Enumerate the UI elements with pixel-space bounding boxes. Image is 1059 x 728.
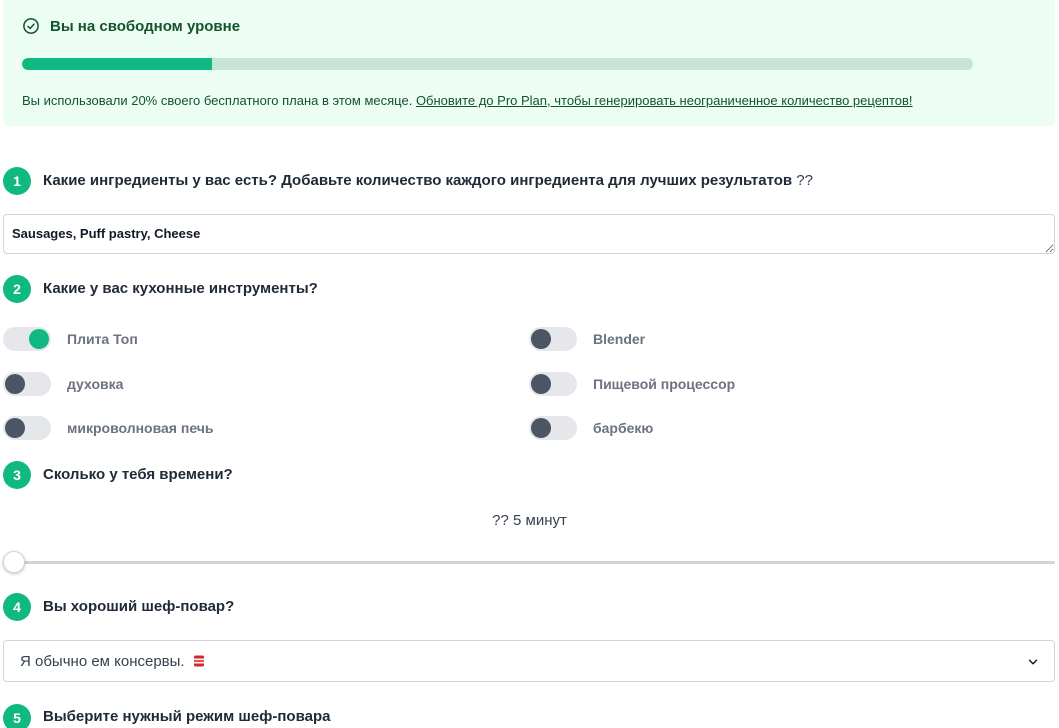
toggle-knob — [29, 329, 49, 349]
question-ingredients-text: Какие ингредиенты у вас есть? Добавьте к… — [43, 172, 793, 189]
chevron-down-icon — [1028, 659, 1038, 665]
step-number-4: 4 — [3, 593, 31, 621]
question-skill: Вы хороший шеф-повар? — [43, 598, 235, 615]
time-slider-track[interactable] — [3, 561, 1055, 564]
question-ingredients-hint: ?? — [792, 172, 813, 189]
toggle-knob — [5, 418, 25, 438]
step-number-5: 5 — [3, 704, 31, 728]
food-processor-label: Пищевой процессор — [593, 376, 736, 392]
toggle-knob — [531, 374, 551, 394]
usage-text: Вы использовали 20% своего бесплатного п… — [22, 92, 913, 110]
free-tier-banner: Вы на свободном уровне Вы использовали 2… — [3, 0, 1055, 126]
toggle-knob — [531, 418, 551, 438]
step-number-2: 2 — [3, 275, 31, 303]
upgrade-link[interactable]: Обновите до Pro Plan, чтобы генерировать… — [416, 93, 913, 108]
toggle-knob — [5, 374, 25, 394]
food-processor-toggle[interactable] — [529, 372, 577, 396]
tool-toggle-row-blender: Blender — [529, 327, 645, 351]
time-slider-thumb[interactable] — [3, 551, 25, 573]
time-value: ?? 5 минут — [492, 512, 567, 529]
blender-label: Blender — [593, 331, 646, 347]
blender-toggle[interactable] — [529, 327, 577, 351]
stovetop-label: Плита Топ — [67, 331, 138, 347]
banner-title: Вы на свободном уровне — [50, 18, 241, 35]
toggle-knob — [531, 329, 551, 349]
question-tools: Какие у вас кухонные инструменты? — [43, 280, 318, 297]
tool-toggle-row-food-processor: Пищевой процессор — [529, 372, 735, 396]
oven-toggle[interactable] — [3, 372, 51, 396]
question-chef-mode: Выберите нужный режим шеф-повара — [43, 708, 331, 725]
skill-level-select[interactable]: Я обычно ем консервы. — [3, 640, 1055, 682]
check-circle-icon — [23, 18, 39, 34]
question-time: Сколько у тебя времени? — [43, 466, 233, 483]
microwave-label: микроволновая печь — [67, 420, 214, 436]
ingredients-input[interactable]: Sausages, Puff pastry, Cheese — [3, 214, 1055, 254]
tool-toggle-row-stovetop: Плита Топ — [3, 327, 138, 351]
step-number-1: 1 — [3, 167, 31, 195]
skill-level-value: Я обычно ем консервы. — [20, 652, 185, 670]
barbecue-toggle[interactable] — [529, 416, 577, 440]
oven-label: духовка — [67, 376, 124, 392]
usage-progress-bar — [22, 58, 973, 70]
usage-progress-fill — [22, 58, 213, 70]
tool-toggle-row-microwave: микроволновая печь — [3, 416, 214, 440]
step-number-3: 3 — [3, 461, 31, 489]
question-ingredients: Какие ингредиенты у вас есть? Добавьте к… — [43, 171, 813, 191]
stovetop-toggle[interactable] — [3, 327, 51, 351]
barbecue-label: барбекю — [593, 420, 654, 436]
tin-can-icon — [193, 655, 204, 667]
tool-toggle-row-barbecue: барбекю — [529, 416, 653, 440]
microwave-toggle[interactable] — [3, 416, 51, 440]
usage-text-label: Вы использовали 20% своего бесплатного п… — [22, 93, 416, 108]
tool-toggle-row-oven: духовка — [3, 372, 123, 396]
